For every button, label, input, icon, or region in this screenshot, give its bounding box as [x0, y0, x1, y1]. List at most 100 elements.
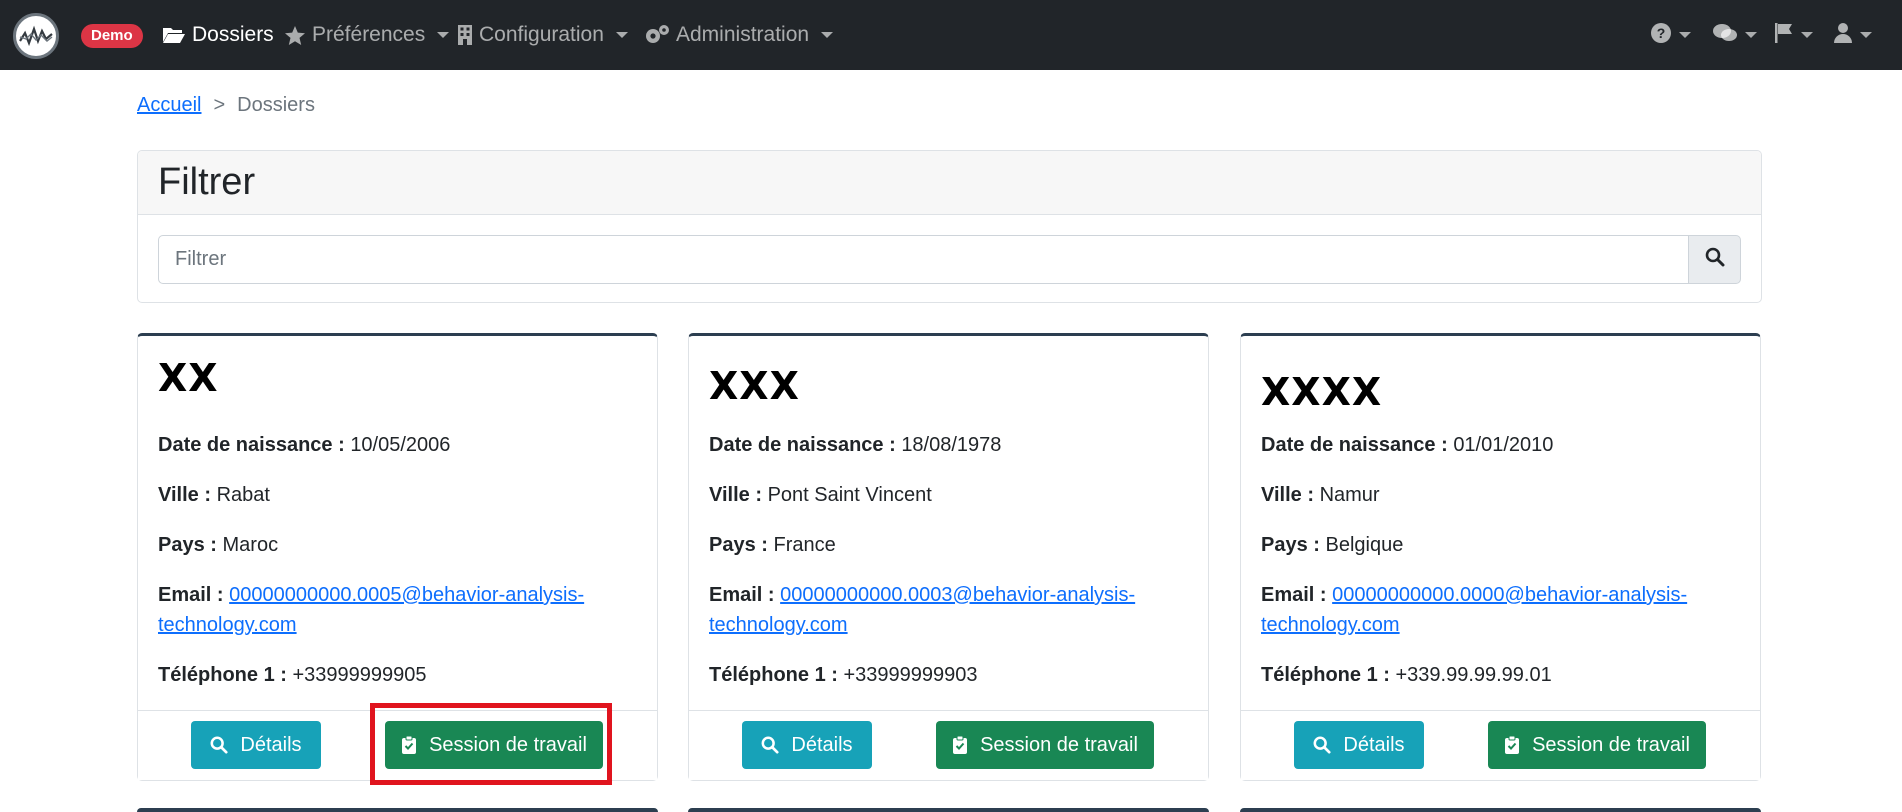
svg-text:?: ? — [1657, 25, 1666, 41]
country-field: Pays : France — [709, 530, 836, 560]
patient-card: XXX Date de naissance : 18/08/1978 Ville… — [688, 333, 1209, 781]
nav-preferences[interactable]: Préférences — [284, 0, 450, 70]
chevron-down-icon — [1745, 32, 1757, 38]
email-field: Email : 00000000000.0000@behavior-analys… — [1261, 580, 1687, 640]
clipboard-check-icon — [1504, 735, 1520, 755]
dob-value: 10/05/2006 — [350, 434, 451, 456]
search-icon — [1313, 736, 1331, 754]
building-icon — [457, 24, 473, 46]
chevron-down-icon — [1801, 32, 1813, 38]
country-field: Pays : Maroc — [158, 530, 278, 560]
search-button[interactable] — [1689, 235, 1741, 284]
nav-configuration[interactable]: Configuration — [457, 0, 628, 70]
chevron-down-icon — [437, 32, 450, 38]
details-label: Détails — [791, 733, 853, 756]
dob-field: Date de naissance : 18/08/1978 — [709, 430, 1001, 460]
comments-icon — [1712, 22, 1738, 49]
email-field: Email : 00000000000.0003@behavior-analys… — [709, 580, 1135, 640]
help-icon: ? — [1650, 22, 1672, 49]
email-link-line1: 00000000000.0003@behavior-analysis- — [780, 584, 1136, 606]
email-link-line1: 00000000000.0000@behavior-analysis- — [1332, 584, 1688, 606]
phone-field: Téléphone 1 : +33999999903 — [709, 660, 978, 690]
phone-field: Téléphone 1 : +339.99.99.99.01 — [1261, 660, 1552, 690]
city-field: Ville : Pont Saint Vincent — [709, 480, 932, 510]
breadcrumb-separator: > — [213, 94, 226, 116]
email-field: Email : 00000000000.0005@behavior-analys… — [158, 580, 584, 640]
details-button[interactable]: Détails — [1294, 721, 1424, 769]
filter-input[interactable] — [158, 235, 1689, 284]
search-icon — [1705, 247, 1725, 272]
filter-input-group — [158, 235, 1741, 284]
dob-label: Date de naissance : — [158, 434, 345, 456]
next-card-top — [137, 808, 658, 812]
search-icon — [210, 736, 228, 754]
email-link-line2: technology.com — [158, 614, 297, 636]
folder-open-icon — [162, 25, 186, 45]
nav-configuration-label: Configuration — [479, 23, 604, 46]
demo-badge: Demo — [81, 24, 143, 48]
dob-value: 18/08/1978 — [901, 434, 1002, 456]
email-link-line1: 00000000000.0005@behavior-analysis- — [229, 584, 585, 606]
dob-label: Date de naissance : — [709, 434, 896, 456]
city-field: Ville : Namur — [1261, 480, 1380, 510]
user-icon — [1833, 22, 1853, 49]
help-menu[interactable]: ? — [1650, 0, 1691, 70]
dob-value: 01/01/2010 — [1453, 434, 1554, 456]
chevron-down-icon — [821, 32, 834, 38]
email-link-line2: technology.com — [709, 614, 848, 636]
nav-administration-label: Administration — [676, 23, 810, 46]
chevron-down-icon — [1679, 32, 1691, 38]
top-navbar: Demo Dossiers Préférences Configuration … — [0, 0, 1902, 70]
phone-value: +33999999903 — [843, 664, 978, 686]
search-icon — [761, 736, 779, 754]
dob-field: Date de naissance : 01/01/2010 — [1261, 430, 1553, 460]
email-link-line2: technology.com — [1261, 614, 1400, 636]
country-field: Pays : Belgique — [1261, 530, 1403, 560]
highlight-annotation — [370, 703, 612, 785]
city-value: Namur — [1319, 484, 1380, 506]
logo-wave-icon — [19, 25, 53, 47]
flag-icon — [1774, 22, 1794, 49]
email-label: Email : — [709, 584, 775, 606]
city-value: Rabat — [216, 484, 270, 506]
city-label: Ville : — [158, 484, 211, 506]
city-value: Pont Saint Vincent — [767, 484, 932, 506]
details-label: Détails — [240, 733, 302, 756]
city-label: Ville : — [1261, 484, 1314, 506]
card-footer: Détails Session de travail — [1241, 710, 1760, 780]
breadcrumb-home-link[interactable]: Accueil — [137, 94, 201, 117]
patient-name: XX — [158, 356, 219, 400]
nav-preferences-label: Préférences — [312, 23, 426, 46]
nav-administration[interactable]: Administration — [644, 0, 834, 70]
flag-menu[interactable] — [1774, 0, 1813, 70]
phone-label: Téléphone 1 : — [709, 664, 838, 686]
nav-dossiers[interactable]: Dossiers — [162, 0, 274, 70]
session-label: Session de travail — [980, 733, 1138, 756]
app-logo[interactable] — [13, 13, 59, 59]
next-card-top — [1240, 808, 1761, 812]
session-button[interactable]: Session de travail — [936, 721, 1154, 769]
breadcrumb: Accueil > Dossiers — [137, 94, 315, 117]
patient-name: XXXX — [1261, 370, 1383, 414]
messages-menu[interactable] — [1712, 0, 1757, 70]
email-label: Email : — [158, 584, 224, 606]
filter-card: Filtrer — [137, 150, 1762, 303]
user-menu[interactable] — [1833, 0, 1872, 70]
phone-value: +33999999905 — [292, 664, 427, 686]
phone-label: Téléphone 1 : — [158, 664, 287, 686]
next-card-top — [688, 808, 1209, 812]
details-label: Détails — [1343, 733, 1405, 756]
session-label: Session de travail — [1532, 733, 1690, 756]
country-label: Pays : — [709, 534, 768, 556]
session-button[interactable]: Session de travail — [1488, 721, 1706, 769]
nav-dossiers-label: Dossiers — [192, 23, 274, 46]
cogs-icon — [644, 24, 670, 46]
chevron-down-icon — [615, 32, 628, 38]
country-label: Pays : — [158, 534, 217, 556]
details-button[interactable]: Détails — [191, 721, 321, 769]
chevron-down-icon — [1860, 32, 1872, 38]
phone-value: +339.99.99.99.01 — [1395, 664, 1552, 686]
star-icon — [284, 25, 306, 46]
patient-card: XXXX Date de naissance : 01/01/2010 Vill… — [1240, 333, 1761, 781]
details-button[interactable]: Détails — [742, 721, 872, 769]
